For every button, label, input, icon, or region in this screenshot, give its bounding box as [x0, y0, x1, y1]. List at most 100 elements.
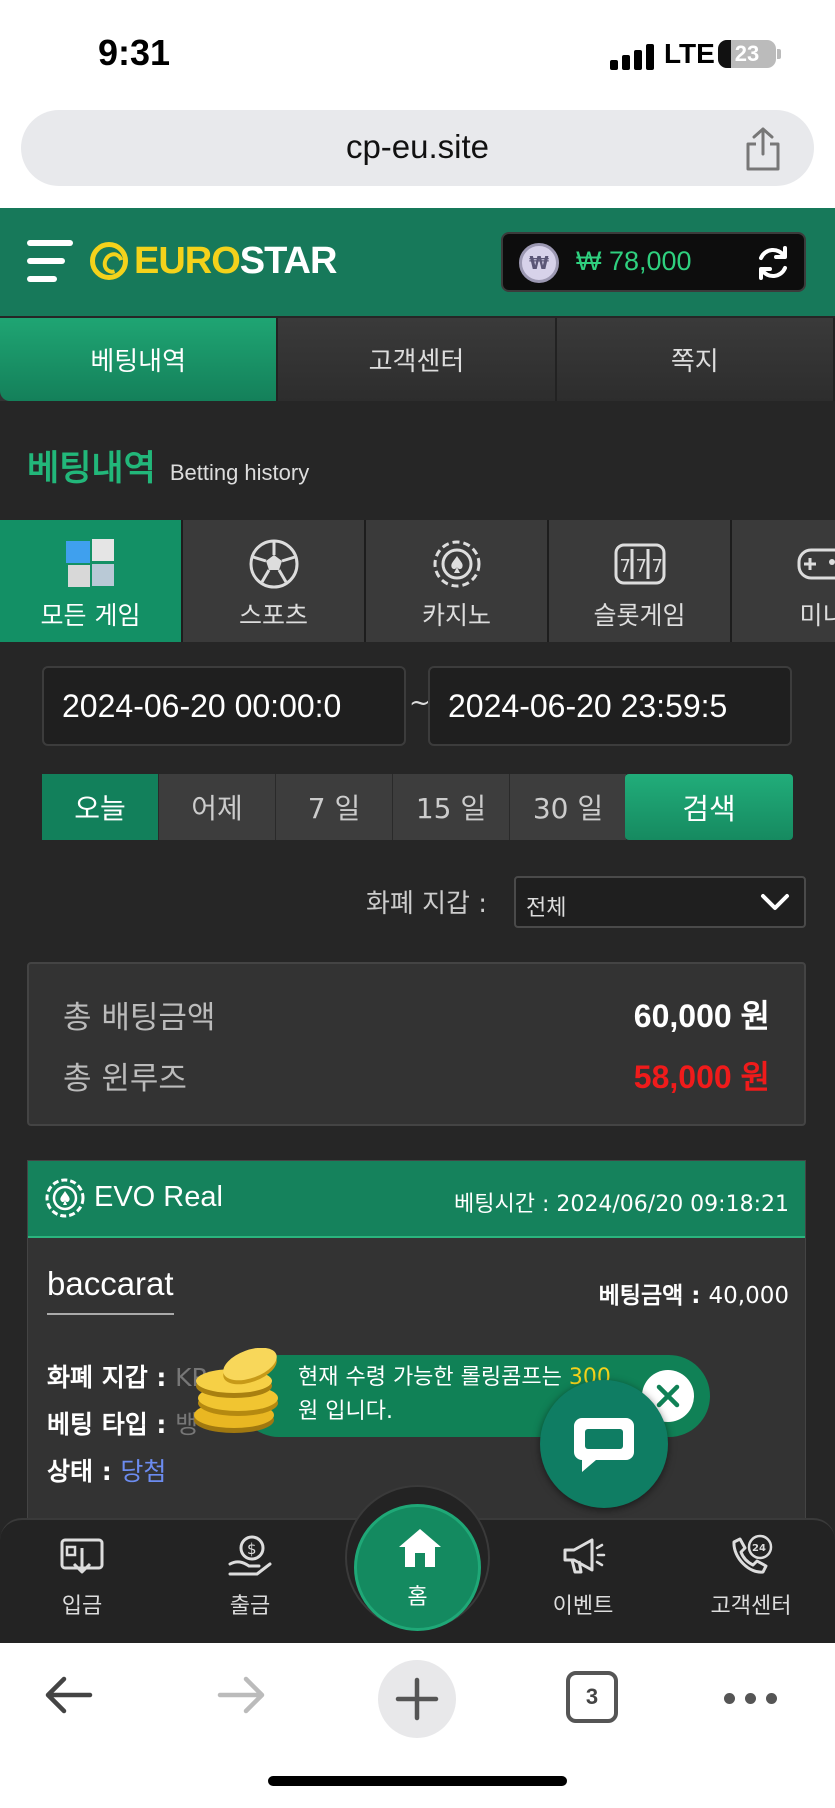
range-yesterday-button[interactable]: 어제 — [159, 774, 276, 840]
page-title-ko: 베팅내역 — [27, 449, 156, 489]
gamepad-icon — [795, 536, 835, 592]
home-icon — [399, 1529, 441, 1567]
forward-arrow-icon[interactable] — [214, 1671, 270, 1719]
range-7days-button[interactable]: 7 일 — [276, 774, 393, 840]
bet-game-name: baccarat — [47, 1265, 174, 1315]
back-arrow-icon[interactable] — [40, 1671, 96, 1719]
total-bet-row: 총 배팅금액 60,000 원 — [63, 989, 770, 1039]
search-button[interactable]: 검색 — [625, 774, 793, 840]
category-label: 스포츠 — [238, 601, 308, 630]
category-all-games[interactable]: 모든 게임 — [0, 520, 183, 642]
category-sports[interactable]: 스포츠 — [183, 520, 366, 642]
eurostar-logo[interactable]: EURO STAR — [90, 238, 338, 284]
bet-amount-label: 베팅금액 : — [598, 1283, 701, 1309]
bet-record-card[interactable]: EVO Real 베팅시간 : 2024/06/20 09:18:21 bacc… — [27, 1160, 806, 1520]
chevron-down-icon — [761, 894, 789, 910]
withdraw-icon: $ — [228, 1535, 272, 1576]
bet-provider: EVO Real — [94, 1181, 223, 1213]
nav-events[interactable]: 이벤트 — [523, 1534, 643, 1620]
tab-switcher-button[interactable]: 3 — [566, 1671, 618, 1723]
bet-wallet-row: 화폐 지갑 : KR — [47, 1358, 209, 1394]
top-tabs: 베팅내역 고객센터 쪽지 — [0, 318, 835, 401]
bet-amount-value: 40,000 — [708, 1283, 789, 1309]
category-tabs: 모든 게임 스포츠 카지노 7 7 7 슬롯게임 미니 — [0, 520, 835, 642]
deposit-icon — [60, 1538, 104, 1574]
category-label: 카지노 — [421, 601, 491, 630]
slot-machine-icon: 7 7 7 — [612, 536, 668, 592]
category-label: 슬롯게임 — [593, 601, 686, 630]
bet-type-label: 베팅 타입 : — [47, 1410, 167, 1439]
browser-toolbar: cp-eu.site — [0, 108, 835, 208]
bet-amount: 베팅금액 : 40,000 — [599, 1276, 789, 1310]
wallet-select[interactable]: 전체 — [514, 876, 806, 928]
home-indicator — [268, 1776, 567, 1786]
wallet-filter-label: 화폐 지갑 : — [366, 889, 487, 919]
end-date-input[interactable]: 2024-06-20 23:59:5 — [428, 666, 792, 746]
nav-home-button[interactable]: 홈 — [354, 1504, 481, 1631]
range-15days-button[interactable]: 15 일 — [393, 774, 510, 840]
tab-customer-center[interactable]: 고객센터 — [278, 318, 557, 401]
status-bar: 9:31 LTE 23 — [0, 0, 835, 108]
status-time: 9:31 — [98, 32, 171, 73]
bet-type-row: 베팅 타입 : 뱅 — [47, 1405, 198, 1441]
casino-chip-icon — [429, 536, 485, 592]
nav-label: 이벤트 — [552, 1594, 614, 1619]
soccer-ball-icon — [246, 536, 302, 592]
svg-text:24: 24 — [752, 1543, 766, 1554]
balance-amount: ₩ 78,000 — [576, 246, 692, 276]
url-text[interactable]: cp-eu.site — [21, 128, 814, 166]
casino-chip-icon — [45, 1178, 85, 1218]
logo-star: STAR — [239, 239, 338, 282]
new-tab-button[interactable] — [378, 1660, 456, 1738]
range-30days-button[interactable]: 30 일 — [510, 774, 627, 840]
live-chat-button[interactable] — [540, 1380, 668, 1508]
wallet-select-value: 전체 — [526, 896, 567, 921]
plus-icon — [395, 1677, 439, 1721]
total-winloss-label: 총 윈루즈 — [63, 1060, 187, 1097]
nav-support[interactable]: 24 고객센터 — [691, 1534, 811, 1620]
page-title: 베팅내역 Betting history — [27, 440, 309, 491]
battery-level: 23 — [734, 41, 760, 66]
range-today-button[interactable]: 오늘 — [42, 774, 159, 840]
more-options-icon[interactable] — [724, 1693, 777, 1704]
tab-betting-history[interactable]: 베팅내역 — [0, 318, 279, 401]
category-slots[interactable]: 7 7 7 슬롯게임 — [549, 520, 732, 642]
nav-label: 고객센터 — [710, 1594, 792, 1619]
megaphone-icon — [563, 1538, 606, 1574]
battery-icon: 23 — [718, 40, 776, 68]
all-games-icon — [63, 536, 119, 592]
category-casino[interactable]: 카지노 — [366, 520, 549, 642]
svg-text:7: 7 — [635, 556, 646, 577]
bet-card-header: EVO Real 베팅시간 : 2024/06/20 09:18:21 — [28, 1161, 805, 1238]
total-bet-label: 총 배팅금액 — [63, 999, 216, 1036]
gold-coins-icon — [194, 1348, 278, 1433]
network-label: LTE — [664, 38, 715, 69]
balance-box: ₩ ₩ 78,000 — [501, 232, 806, 292]
total-winloss-row: 총 윈루즈 58,000 원 — [63, 1050, 770, 1100]
logo-euro: EURO — [134, 239, 241, 282]
site-header: EURO STAR ₩ ₩ 78,000 — [0, 208, 835, 316]
menu-icon[interactable] — [27, 240, 73, 282]
nav-label: 출금 — [229, 1594, 271, 1619]
summary-panel: 총 배팅금액 60,000 원 총 윈루즈 58,000 원 — [27, 962, 806, 1126]
svg-text:7: 7 — [619, 556, 630, 577]
bet-status-value: 당첨 — [120, 1457, 167, 1486]
nav-deposit[interactable]: 입금 — [22, 1534, 142, 1620]
quick-range-group: 오늘 어제 7 일 15 일 30 일 — [42, 774, 627, 840]
page-title-en: Betting history — [169, 460, 310, 485]
chat-bubble-icon — [574, 1418, 634, 1472]
toast-line1: 현재 수령 가능한 롤링콤프는 — [298, 1365, 562, 1390]
nav-label: 홈 — [407, 1585, 428, 1610]
category-mini[interactable]: 미니 — [732, 520, 835, 642]
nav-label: 입금 — [61, 1594, 103, 1619]
start-date-input[interactable]: 2024-06-20 00:00:0 — [42, 666, 406, 746]
total-winloss-value: 58,000 원 — [633, 1059, 770, 1095]
refresh-icon[interactable] — [754, 244, 792, 282]
address-bar[interactable]: cp-eu.site — [21, 110, 814, 186]
bet-status-label: 상태 : — [47, 1457, 112, 1486]
share-icon[interactable] — [742, 126, 784, 172]
nav-withdraw[interactable]: $ 출금 — [190, 1534, 310, 1620]
tab-messages[interactable]: 쪽지 — [556, 318, 835, 401]
toast-line2: 원 입니다. — [298, 1399, 393, 1424]
bet-status-row: 상태 : 당첨 — [47, 1452, 166, 1488]
